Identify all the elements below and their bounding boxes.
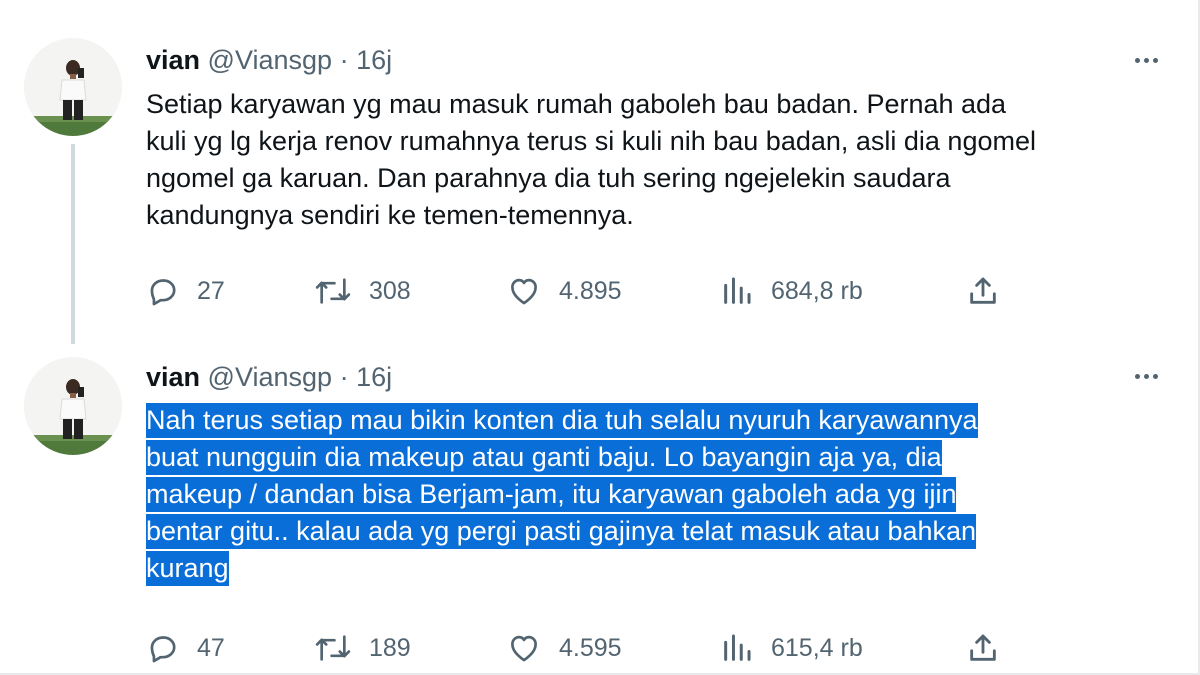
- retweet-icon: [315, 635, 351, 661]
- share-button[interactable]: [966, 271, 1000, 311]
- share-button[interactable]: [966, 628, 1000, 668]
- selected-text: kurang: [146, 551, 229, 586]
- tweet-text-line: kuli yg lg kerja renov rumahnya terus si…: [146, 126, 1036, 156]
- thread-line: [71, 144, 75, 344]
- tweet-header: vian @Viansgp · 16j: [146, 359, 392, 395]
- reply-button[interactable]: 27: [146, 271, 225, 311]
- retweet-button[interactable]: 308: [314, 271, 411, 311]
- tweet-text-line: kurang: [146, 550, 1176, 587]
- reply-icon: [150, 636, 176, 663]
- view-count: 684,8 rb: [771, 276, 863, 305]
- action-bar: 47 189 4.595 615,4 rb: [146, 628, 1006, 668]
- tweet-text-line: makeup / dandan bisa Berjam-jam, itu kar…: [146, 476, 1176, 513]
- retweet-button[interactable]: 189: [314, 628, 411, 668]
- views-button[interactable]: 684,8 rb: [720, 271, 863, 311]
- tweet-text-line: bentar gitu.. kalau ada yg pergi pasti g…: [146, 513, 1176, 550]
- retweet-count: 189: [369, 633, 411, 662]
- retweet-count: 308: [369, 276, 411, 305]
- tweet-text-line: Setiap karyawan yg mau masuk rumah gabol…: [146, 89, 1007, 119]
- like-icon: [511, 635, 537, 662]
- action-bar: 27 308 4.895 684,8 rb: [146, 271, 1006, 311]
- selected-text: Nah terus setiap mau bikin konten dia tu…: [146, 403, 978, 438]
- retweet-icon: [315, 278, 351, 304]
- separator-dot: ·: [339, 362, 349, 392]
- timestamp[interactable]: 16j: [356, 45, 392, 75]
- more-icon[interactable]: [1126, 45, 1166, 75]
- separator-dot: ·: [339, 45, 349, 75]
- avatar[interactable]: [24, 38, 122, 136]
- tweet-text-line: Nah terus setiap mau bikin konten dia tu…: [146, 402, 1176, 439]
- reply-count: 27: [197, 276, 225, 305]
- avatar[interactable]: [24, 357, 122, 455]
- tweet-text: Nah terus setiap mau bikin konten dia tu…: [146, 402, 1176, 587]
- display-name[interactable]: vian: [146, 362, 200, 392]
- views-icon: [724, 634, 751, 661]
- like-icon: [511, 278, 537, 305]
- reply-button[interactable]: 47: [146, 628, 225, 668]
- selected-text: buat nungguin dia makeup atau ganti baju…: [146, 440, 942, 475]
- like-button[interactable]: 4.595: [506, 628, 622, 668]
- like-count: 4.895: [559, 276, 622, 305]
- reply-icon: [150, 279, 176, 306]
- tweet[interactable]: vian @Viansgp · 16j Nah terus setiap mau…: [0, 340, 1200, 675]
- tweet-text-line: buat nungguin dia makeup atau ganti baju…: [146, 439, 1176, 476]
- tweet-text-line: kandungnya sendiri ke temen-temennya.: [146, 200, 634, 230]
- timestamp[interactable]: 16j: [356, 362, 392, 392]
- display-name[interactable]: vian: [146, 45, 200, 75]
- like-count: 4.595: [559, 633, 622, 662]
- like-button[interactable]: 4.895: [506, 271, 622, 311]
- views-icon: [724, 277, 751, 304]
- selected-text: makeup / dandan bisa Berjam-jam, itu kar…: [146, 477, 957, 512]
- user-handle[interactable]: @Viansgp: [208, 362, 333, 392]
- views-button[interactable]: 615,4 rb: [720, 628, 863, 668]
- tweet-text: Setiap karyawan yg mau masuk rumah gabol…: [146, 86, 1176, 234]
- view-count: 615,4 rb: [771, 633, 863, 662]
- reply-count: 47: [197, 633, 225, 662]
- share-icon: [970, 634, 996, 661]
- tweet-header: vian @Viansgp · 16j: [146, 42, 392, 78]
- user-handle[interactable]: @Viansgp: [208, 45, 333, 75]
- tweet[interactable]: vian @Viansgp · 16j Setiap karyawan yg m…: [0, 0, 1200, 344]
- share-icon: [970, 277, 996, 304]
- more-icon[interactable]: [1126, 361, 1166, 391]
- selected-text: bentar gitu.. kalau ada yg pergi pasti g…: [146, 514, 977, 549]
- tweet-text-line: ngomel ga karuan. Dan parahnya dia tuh s…: [146, 163, 951, 193]
